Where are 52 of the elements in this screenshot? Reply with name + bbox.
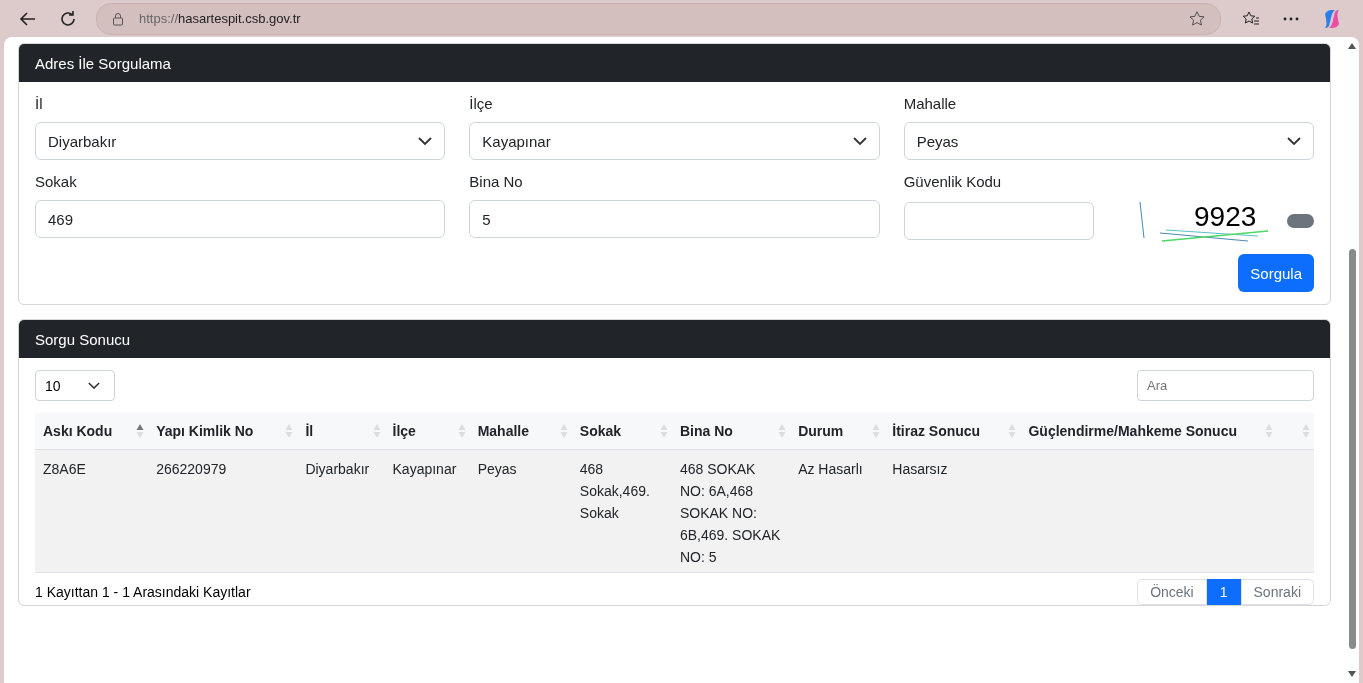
column-header[interactable]: İtiraz Sonucu [884,413,1021,450]
address-bar[interactable]: https://hasartespit.csb.gov.tr [96,2,1221,35]
select-field[interactable]: Kayapınar [469,122,880,160]
field-label: İlçe [469,94,494,114]
table-cell: Hasarsız [884,449,1021,573]
input-field[interactable]: 5 [469,200,880,238]
star-icon[interactable] [1188,9,1206,28]
field-label: Mahalle [903,94,958,114]
table-cell: Kayapınar [384,449,470,573]
card-title: Sorgu Sonucu [35,330,131,348]
captcha-image: 9923 [1137,200,1268,242]
refresh-icon[interactable] [58,8,78,29]
column-header[interactable]: Askı Kodu [35,413,149,450]
chevron-icon [418,137,433,145]
table-cell: Z8A6E [35,449,149,573]
select-field[interactable]: Diyarbakır [35,122,446,160]
scroll-down-icon[interactable] [1348,671,1356,677]
table-cell: Az Hasarlı [790,449,885,573]
input-field[interactable]: 469 [35,200,446,238]
column-header[interactable]: Durum [790,413,885,450]
column-header[interactable]: Güçlendirme/Mahkeme Sonucu [1020,413,1277,450]
page-size-select[interactable]: 10 [35,370,115,401]
refresh-captcha-button[interactable] [1287,214,1314,228]
page-button[interactable]: Önceki [1137,579,1207,605]
field-label: Bina No [469,172,524,192]
column-header[interactable]: Yapı Kimlik No [148,413,298,450]
column-header[interactable]: İl [297,413,385,450]
search-field[interactable]: Ara [1137,370,1314,401]
security-code-field[interactable] [903,202,1094,240]
chevron-icon [88,382,100,389]
card-title: Adres İle Sorgulama [35,54,171,72]
field-label: Güvenlik Kodu [903,172,1003,192]
table-cell: 266220979 [148,449,298,573]
query-button[interactable]: Sorgula [1238,254,1314,292]
column-header[interactable]: İlçe [384,413,470,450]
table-cell: 468 SOKAK NO: 6A,468 SOKAK NO: 6B,469. SOKAK NO: 5 [671,449,791,573]
chevron-icon [1287,137,1301,145]
select-field[interactable]: Peyas [903,122,1314,160]
records-info: 1 Kayıttan 1 - 1 Arasındaki Kayıtlar [35,584,251,600]
column-header[interactable]: Mahalle [469,413,572,450]
page-button[interactable]: Sonraki [1240,579,1314,605]
field-label: Sokak [35,172,78,192]
column-header[interactable]: Sokak [571,413,672,450]
lock-icon [111,11,125,26]
chevron-icon [852,137,867,145]
table-cell: Diyarbakır [297,449,385,573]
table-cell: 468 Sokak,469. Sokak [571,449,672,573]
table-cell: Peyas [469,449,572,573]
field-label: İl [35,94,44,114]
column-header[interactable]: Bina No [671,413,791,450]
scroll-up-icon[interactable] [1348,43,1356,49]
page-button[interactable]: 1 [1206,579,1241,605]
